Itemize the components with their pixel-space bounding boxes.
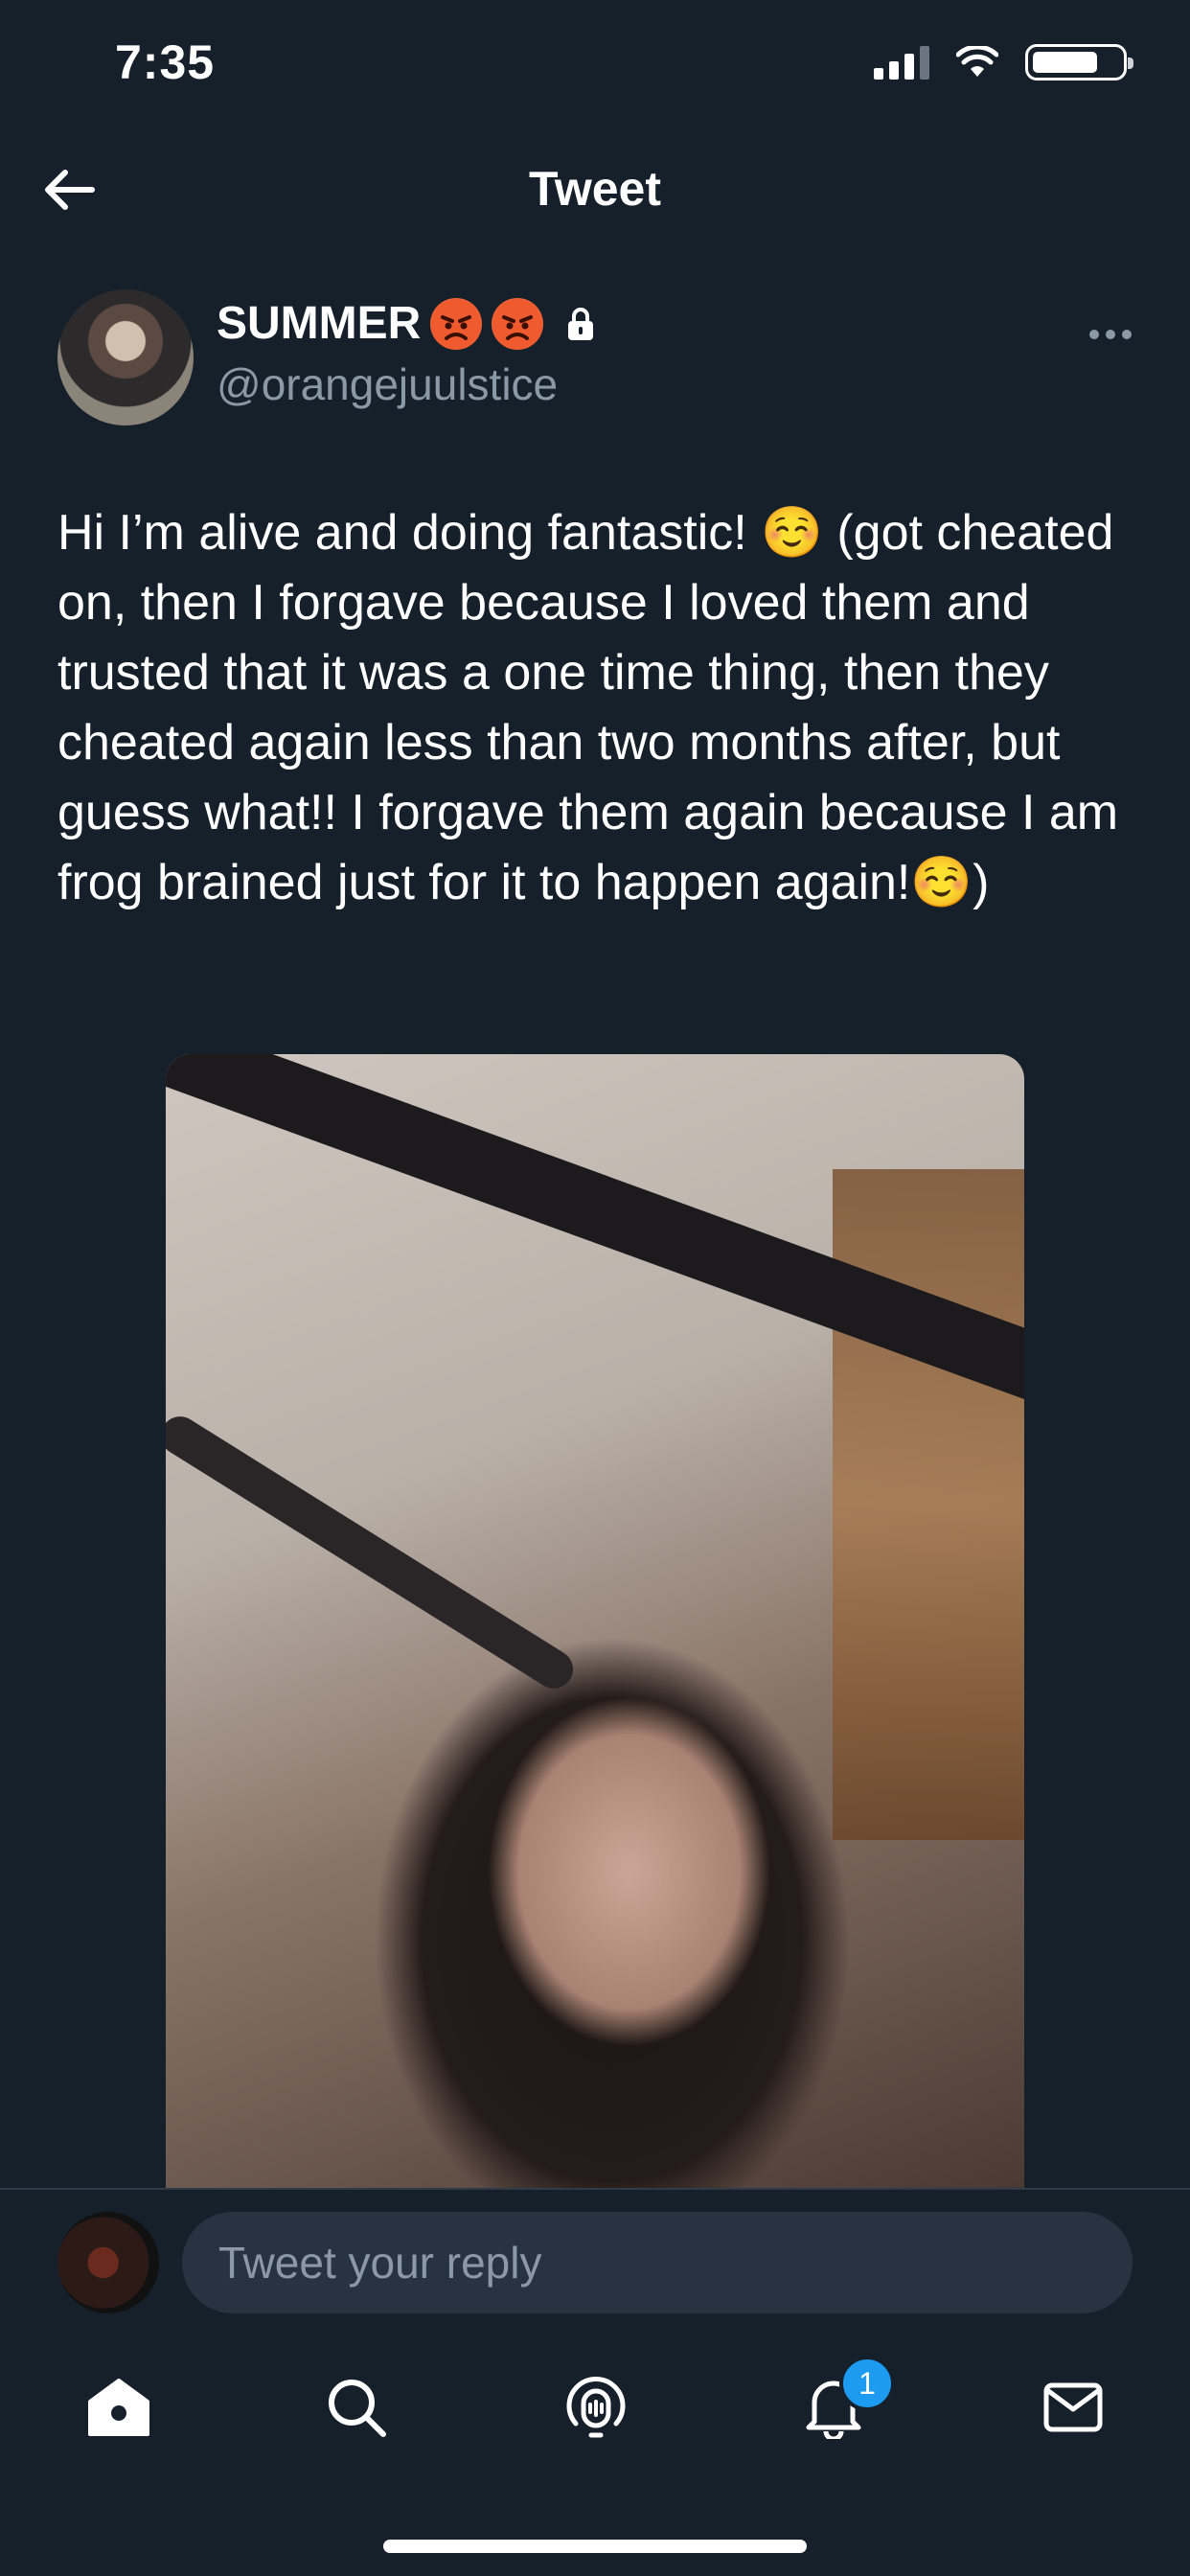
divider <box>0 2188 1190 2190</box>
author-avatar[interactable] <box>57 289 194 426</box>
status-icons <box>874 44 1133 80</box>
spaces-icon <box>566 2376 626 2438</box>
angry-face-emoji-icon <box>492 297 544 350</box>
author-handle[interactable]: @orangejuulstice <box>217 358 558 410</box>
lock-icon <box>568 307 594 340</box>
tab-messages[interactable] <box>1035 2369 1111 2446</box>
tweet-photo[interactable] <box>166 1054 1024 2190</box>
cellular-signal-icon <box>874 45 929 80</box>
page-title: Tweet <box>529 162 661 216</box>
notifications-badge: 1 <box>839 2356 895 2411</box>
tweet-text: Hi I’m alive and doing fantastic! ☺️ (go… <box>57 505 1119 910</box>
home-icon <box>88 2379 149 2436</box>
battery-icon <box>1025 44 1133 80</box>
back-arrow-icon <box>45 170 95 210</box>
more-options-button[interactable] <box>1088 307 1133 350</box>
tab-search[interactable] <box>318 2369 395 2446</box>
reply-input[interactable] <box>182 2212 1133 2313</box>
angry-face-emoji-icon <box>430 297 483 350</box>
home-indicator <box>383 2540 807 2553</box>
user-avatar[interactable] <box>57 2212 159 2313</box>
back-button[interactable] <box>40 161 98 218</box>
author-name: SUMMER <box>217 298 422 349</box>
search-icon <box>329 2380 386 2437</box>
more-icon <box>1089 330 1132 339</box>
tab-spaces[interactable] <box>558 2369 634 2446</box>
wifi-icon <box>956 46 998 77</box>
tab-home[interactable] <box>80 2369 157 2446</box>
status-time: 7:35 <box>115 35 216 89</box>
author-name-row[interactable]: SUMMER <box>217 297 595 350</box>
messages-icon <box>1043 2382 1103 2432</box>
